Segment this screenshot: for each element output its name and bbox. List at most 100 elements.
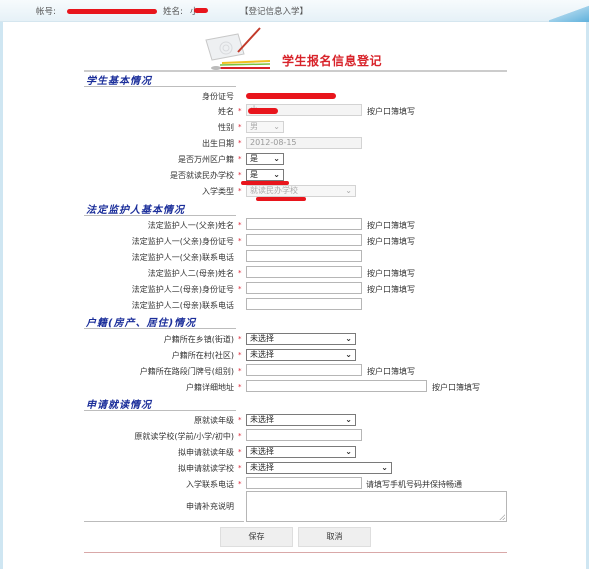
- name-redaction: [194, 8, 208, 13]
- account-label: 帐号:: [36, 7, 56, 17]
- wanzhou-label: 是否万州区户籍: [178, 155, 234, 164]
- chevron-down-icon: ⌄: [273, 170, 280, 179]
- resize-grip-icon[interactable]: [499, 514, 505, 520]
- form-logo-icon: [205, 27, 270, 70]
- save-button[interactable]: 保存: [220, 527, 293, 547]
- apply-grade-value: 未选择: [250, 447, 274, 456]
- required-mark: *: [238, 237, 242, 245]
- student-name-label: 姓名: [218, 107, 234, 116]
- chevron-down-icon: ⌄: [345, 415, 352, 424]
- chevron-down-icon: ⌄: [345, 447, 352, 456]
- phone-label: 入学联系电话: [186, 480, 234, 489]
- page-title: 学生报名信息登记: [282, 54, 383, 68]
- guardian-field-input[interactable]: [246, 234, 362, 246]
- guardian-field-input[interactable]: [246, 218, 362, 230]
- guardian-field-label: 法定监护人二(母亲)姓名: [147, 269, 234, 278]
- apply-school-select[interactable]: 未选择 ⌄: [246, 462, 392, 474]
- gender-value: 男: [250, 122, 258, 131]
- guardian-field-input[interactable]: [246, 250, 362, 262]
- id-label: 身份证号: [202, 92, 234, 101]
- phone-input[interactable]: [246, 477, 362, 489]
- type-label: 入学类型: [202, 187, 234, 196]
- apply-grade-select[interactable]: 未选择 ⌄: [246, 446, 356, 458]
- student-name-hint: 按户口簿填写: [367, 107, 415, 116]
- note-label: 申请补充说明: [186, 502, 234, 511]
- guardian-field-input[interactable]: [246, 298, 362, 310]
- required-mark: *: [238, 123, 242, 131]
- required-mark: *: [238, 155, 242, 163]
- birth-value: 2012-08-15: [250, 138, 297, 147]
- guardian-field-label: 法定监护人二(母亲)身份证号: [131, 285, 234, 294]
- required-mark: *: [238, 367, 242, 375]
- section-title-household: 户籍(房产、居住)情况: [86, 318, 197, 329]
- wanzhou-value: 是: [250, 154, 258, 163]
- apply-grade-label: 拟申请就读年级: [178, 448, 234, 457]
- birth-label: 出生日期: [202, 139, 234, 148]
- required-mark: *: [238, 187, 242, 195]
- orig-grade-select[interactable]: 未选择 ⌄: [246, 414, 356, 426]
- private-select[interactable]: 是 ⌄: [246, 169, 284, 181]
- section-divider: [84, 410, 236, 411]
- gender-label: 性别: [218, 123, 234, 132]
- type-redaction: [256, 197, 306, 201]
- required-mark: *: [238, 171, 242, 179]
- chevron-down-icon: ⌄: [345, 334, 352, 343]
- chevron-down-icon: ⌄: [345, 186, 352, 195]
- village-select[interactable]: 未选择 ⌄: [246, 349, 356, 361]
- account-redaction: [67, 9, 157, 14]
- guardian-field-input[interactable]: [246, 266, 362, 278]
- orig-school-input[interactable]: [246, 429, 362, 441]
- wanzhou-select[interactable]: 是 ⌄: [246, 153, 284, 165]
- chevron-down-icon: ⌄: [345, 350, 352, 359]
- section-divider: [84, 328, 236, 329]
- section-title-student: 学生基本情况: [86, 76, 152, 87]
- door-hint: 按户口簿填写: [367, 367, 415, 376]
- required-mark: *: [238, 416, 242, 424]
- guardian-field-label: 法定监护人一(父亲)姓名: [147, 221, 234, 230]
- section-title-guardian: 法定监护人基本情况: [86, 205, 185, 216]
- required-mark: *: [238, 464, 242, 472]
- guardian-field-label: 法定监护人一(父亲)联系电话: [131, 253, 234, 262]
- guardian-field-hint: 按户口簿填写: [367, 221, 415, 230]
- required-mark: *: [238, 480, 242, 488]
- guardian-field-input[interactable]: [246, 282, 362, 294]
- note-textarea[interactable]: [246, 491, 507, 522]
- top-bar: 帐号: 姓名: 小 【登记信息入学】: [0, 0, 589, 22]
- town-value: 未选择: [250, 334, 274, 343]
- form-divider: [84, 521, 244, 522]
- gender-select[interactable]: 男 ⌄: [246, 121, 284, 133]
- guardian-field-hint: 按户口簿填写: [367, 285, 415, 294]
- required-mark: *: [238, 448, 242, 456]
- cancel-button[interactable]: 取消: [298, 527, 371, 547]
- required-mark: *: [238, 383, 242, 391]
- birth-input[interactable]: 2012-08-15: [246, 137, 362, 149]
- door-input[interactable]: [246, 364, 362, 376]
- village-label: 户籍所在村(社区): [171, 351, 234, 360]
- chevron-down-icon: ⌄: [381, 463, 388, 472]
- chevron-down-icon: ⌄: [273, 122, 280, 131]
- required-mark: *: [238, 285, 242, 293]
- chevron-down-icon: ⌄: [273, 154, 280, 163]
- required-mark: *: [238, 269, 242, 277]
- address-input[interactable]: [246, 380, 427, 392]
- type-select[interactable]: 就读民办学校 ⌄: [246, 185, 356, 197]
- guardian-field-hint: 按户口簿填写: [367, 237, 415, 246]
- section-divider: [84, 215, 236, 216]
- private-value: 是: [250, 170, 258, 179]
- required-mark: *: [238, 221, 242, 229]
- name-label: 姓名:: [163, 7, 183, 17]
- apply-school-value: 未选择: [250, 463, 274, 472]
- required-mark: *: [238, 139, 242, 147]
- section-divider: [84, 86, 236, 87]
- guardian-field-label: 法定监护人二(母亲)联系电话: [131, 301, 234, 310]
- required-mark: *: [238, 335, 242, 343]
- type-value: 就读民办学校: [250, 186, 298, 195]
- guardian-field-label: 法定监护人一(父亲)身份证号: [131, 237, 234, 246]
- section-title-apply: 申请就读情况: [86, 400, 152, 411]
- bottom-divider: [84, 552, 507, 553]
- town-select[interactable]: 未选择 ⌄: [246, 333, 356, 345]
- id-redaction: [246, 93, 336, 99]
- apply-school-label: 拟申请就读学校: [178, 464, 234, 473]
- village-value: 未选择: [250, 350, 274, 359]
- mode-label: 【登记信息入学】: [240, 7, 309, 17]
